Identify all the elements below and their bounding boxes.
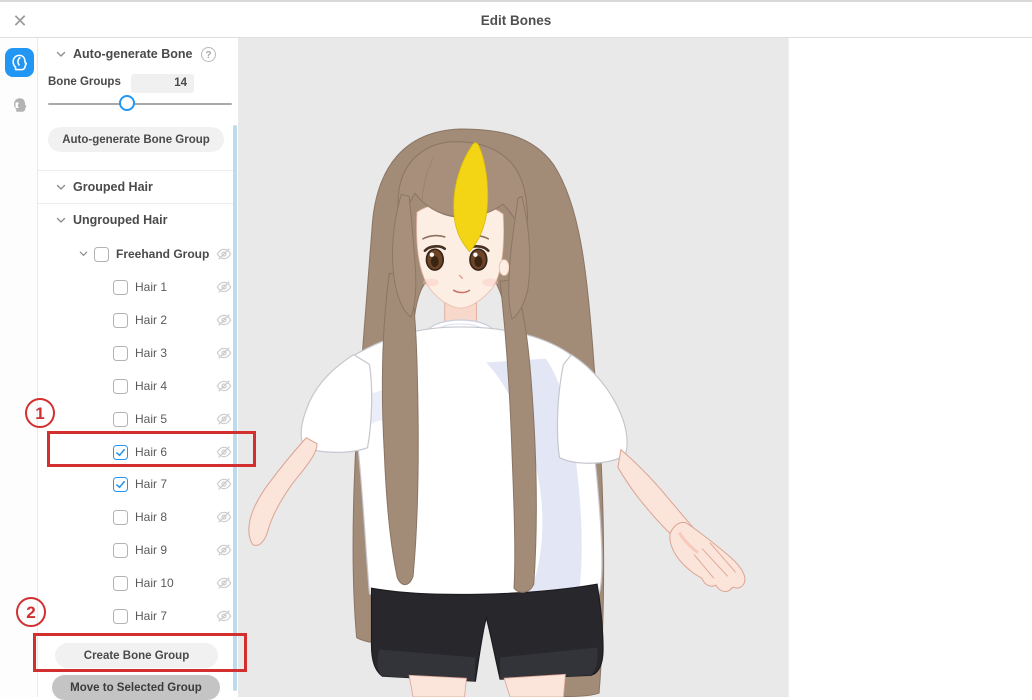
hair-item-label: Hair 2 xyxy=(135,313,168,327)
eye-off-icon[interactable] xyxy=(216,509,232,525)
section-divider xyxy=(38,170,234,171)
bone-groups-value-field[interactable]: 14 xyxy=(131,74,194,93)
hair-bone-tool-button[interactable] xyxy=(5,48,34,77)
hair-item-label: Hair 3 xyxy=(135,346,168,360)
annotation-step-2-badge: 2 xyxy=(16,597,46,627)
eye-off-icon[interactable] xyxy=(216,246,232,262)
annotation-step-2-highlight xyxy=(33,633,247,672)
grouped-hair-section-label: Grouped Hair xyxy=(73,180,153,194)
eye-off-icon[interactable] xyxy=(216,378,232,394)
eye-off-icon[interactable] xyxy=(216,312,232,328)
hair-item-label: Hair 8 xyxy=(135,510,168,524)
auto-generate-section-header[interactable]: Auto-generate Bone xyxy=(55,47,192,61)
sidebar-scrollbar[interactable] xyxy=(233,125,237,691)
hair-item-checkbox[interactable] xyxy=(113,608,128,624)
hair-item-checkbox[interactable] xyxy=(113,312,128,328)
eye-off-icon[interactable] xyxy=(216,279,232,295)
chevron-down-icon xyxy=(55,48,67,60)
move-to-selected-group-button[interactable]: Move to Selected Group xyxy=(52,675,220,700)
hair-item-checkbox[interactable] xyxy=(113,509,128,525)
annotation-step-1-badge: 1 xyxy=(25,398,55,428)
eye-off-icon[interactable] xyxy=(216,608,232,624)
chevron-down-icon xyxy=(55,214,67,226)
hair-item-row[interactable]: Hair 7 xyxy=(113,606,234,626)
right-panel xyxy=(788,38,1032,697)
hair-item-checkbox[interactable] xyxy=(113,345,128,361)
hair-item-row[interactable]: Hair 2 xyxy=(113,310,234,330)
eye-off-icon[interactable] xyxy=(216,575,232,591)
hair-item-label: Hair 4 xyxy=(135,379,168,393)
hair-item-label: Hair 1 xyxy=(135,280,168,294)
hair-item-row[interactable]: Hair 1 xyxy=(113,277,234,297)
hair-item-row[interactable]: Hair 4 xyxy=(113,376,234,396)
hair-item-checkbox[interactable] xyxy=(113,476,128,492)
hair-item-label: Hair 5 xyxy=(135,412,168,426)
auto-generate-bone-group-button[interactable]: Auto-generate Bone Group xyxy=(48,127,224,152)
hair-item-label: Hair 7 xyxy=(135,477,168,491)
chevron-down-icon xyxy=(78,248,90,260)
freehand-group-checkbox[interactable] xyxy=(94,246,109,262)
help-icon[interactable]: ? xyxy=(201,47,216,62)
face-tool-button[interactable] xyxy=(5,90,34,119)
model-viewport[interactable] xyxy=(238,38,788,697)
ungrouped-hair-section-header[interactable]: Ungrouped Hair xyxy=(55,213,167,227)
section-divider xyxy=(38,203,234,204)
eye-off-icon[interactable] xyxy=(216,411,232,427)
hair-item-label: Hair 7 xyxy=(135,609,168,623)
top-bar: ✕ Edit Bones xyxy=(0,0,1032,38)
hair-item-row[interactable]: Hair 10 xyxy=(113,573,234,593)
hair-item-checkbox[interactable] xyxy=(113,279,128,295)
eye-off-icon[interactable] xyxy=(216,345,232,361)
hair-item-label: Hair 9 xyxy=(135,543,168,557)
auto-generate-section-label: Auto-generate Bone xyxy=(73,47,193,61)
hair-item-label: Hair 10 xyxy=(135,576,174,590)
bone-groups-label: Bone Groups xyxy=(48,76,121,88)
bone-groups-slider-handle[interactable] xyxy=(119,95,135,111)
bones-sidebar: Auto-generate Bone ? Bone Groups 14 Auto… xyxy=(38,38,238,700)
face-tool-icon xyxy=(11,96,29,114)
ungrouped-hair-section-label: Ungrouped Hair xyxy=(73,213,168,227)
freehand-group-label: Freehand Group xyxy=(116,247,210,261)
chevron-down-icon xyxy=(55,181,67,193)
hair-item-checkbox[interactable] xyxy=(113,411,128,427)
hair-item-checkbox[interactable] xyxy=(113,542,128,558)
hair-item-row[interactable]: Hair 3 xyxy=(113,343,234,363)
hair-item-row[interactable]: Hair 7 xyxy=(113,474,234,494)
bone-groups-slider[interactable] xyxy=(48,95,232,111)
window-title: Edit Bones xyxy=(480,13,552,28)
eye-off-icon[interactable] xyxy=(216,542,232,558)
grouped-hair-section-header[interactable]: Grouped Hair xyxy=(55,180,153,194)
character-model xyxy=(248,128,746,697)
eye-off-icon[interactable] xyxy=(216,476,232,492)
annotation-step-1-highlight xyxy=(47,431,256,467)
freehand-group-row[interactable]: Freehand Group xyxy=(78,244,234,264)
hair-item-row[interactable]: Hair 5 xyxy=(113,409,234,429)
hair-item-row[interactable]: Hair 8 xyxy=(113,507,234,527)
hair-item-checkbox[interactable] xyxy=(113,575,128,591)
hair-item-row[interactable]: Hair 9 xyxy=(113,540,234,560)
hair-item-checkbox[interactable] xyxy=(113,378,128,394)
hair-bone-tool-icon xyxy=(10,53,29,72)
